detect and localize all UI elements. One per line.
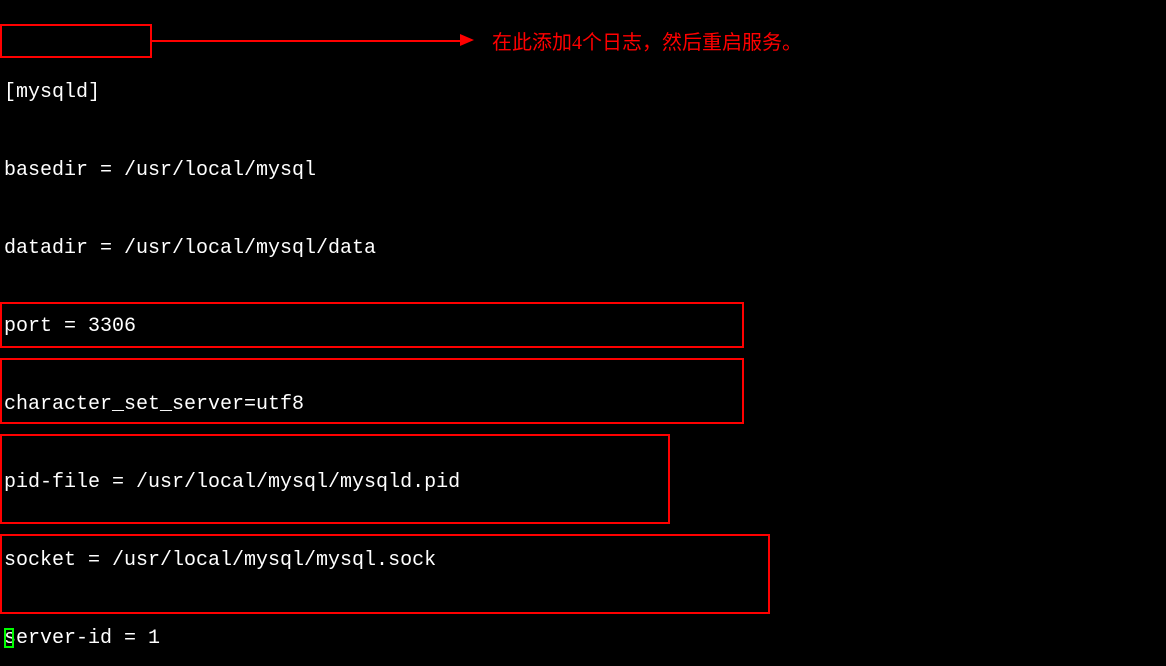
cfg-basedir: basedir = /usr/local/mysql xyxy=(4,158,1012,184)
cfg-charset: character_set_server=utf8 xyxy=(4,392,1012,418)
cfg-socket: socket = /usr/local/mysql/mysql.sock xyxy=(4,548,1012,574)
cfg-datadir: datadir = /usr/local/mysql/data xyxy=(4,236,1012,262)
cfg-port: port = 3306 xyxy=(4,314,1012,340)
cfg-section-mysqld: [mysqld] xyxy=(4,80,1012,106)
terminal-window: [mysqld] basedir = /usr/local/mysql data… xyxy=(0,0,1166,666)
terminal-cursor xyxy=(4,628,14,648)
cfg-pidfile: pid-file = /usr/local/mysql/mysqld.pid xyxy=(4,470,1012,496)
annotation-text: 在此添加4个日志，然后重启服务。 xyxy=(492,30,802,56)
cfg-serverid: server-id = 1 xyxy=(4,626,1012,652)
config-file-content: [mysqld] basedir = /usr/local/mysql data… xyxy=(4,28,1012,666)
